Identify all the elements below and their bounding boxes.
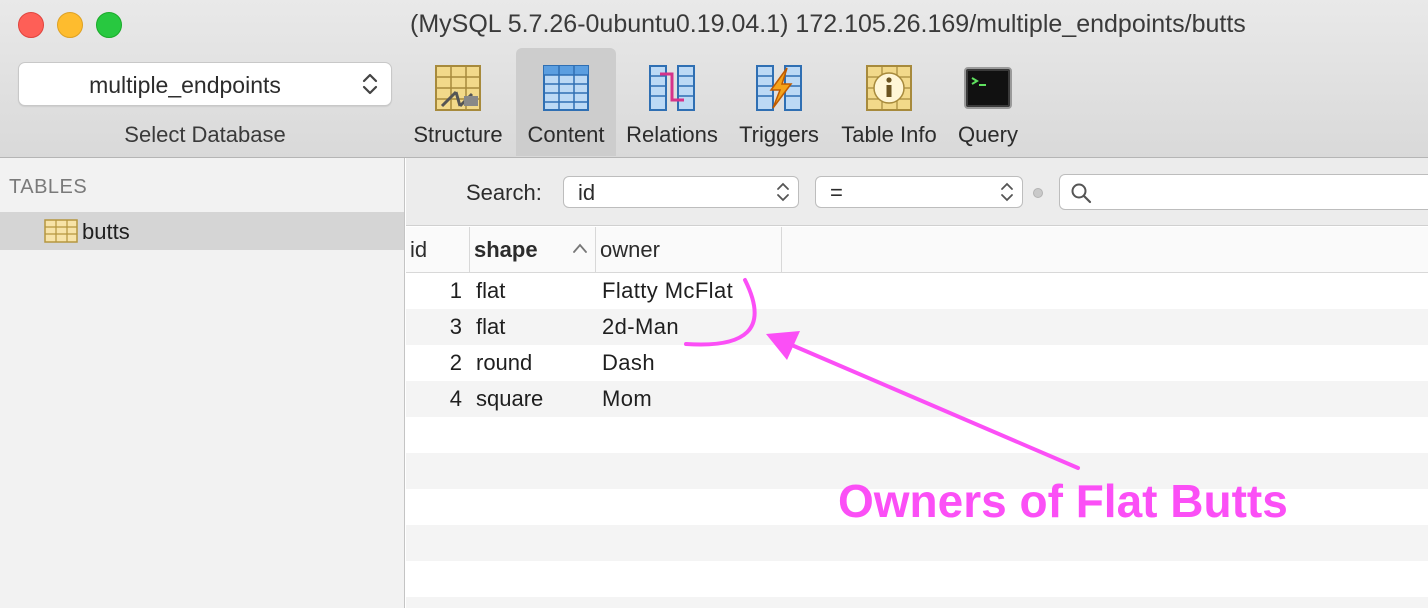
content-tab[interactable]: Content — [516, 48, 616, 156]
table-row[interactable]: 3 flat 2d-Man — [406, 309, 1428, 345]
cell-shape: flat — [476, 314, 506, 339]
cell-id: 4 — [449, 386, 462, 411]
cell-id: 2 — [449, 350, 462, 375]
minimize-window-button[interactable] — [57, 12, 83, 38]
empty-row — [406, 597, 1428, 608]
column-header-label: shape — [474, 237, 538, 262]
cell-id: 1 — [449, 278, 462, 303]
relations-tab-label: Relations — [626, 122, 718, 147]
content-table: id shape owner 1 flat Flatty McFlat 3 fl… — [406, 227, 1428, 608]
close-window-button[interactable] — [18, 12, 44, 38]
empty-row — [406, 561, 1428, 597]
table-row[interactable]: 1 flat Flatty McFlat — [406, 273, 1428, 309]
triggers-tab[interactable]: Triggers — [732, 48, 826, 156]
structure-tab-label: Structure — [413, 122, 503, 147]
database-select[interactable]: multiple_endpoints — [18, 62, 392, 106]
query-tab-label: Query — [958, 122, 1018, 147]
table-row[interactable]: 2 round Dash — [406, 345, 1428, 381]
chevron-updown-icon — [362, 73, 378, 95]
search-field-select[interactable]: id — [563, 176, 799, 208]
structure-icon — [435, 65, 481, 111]
window-title: (MySQL 5.7.26-0ubuntu0.19.04.1) 172.105.… — [410, 10, 1246, 38]
cell-shape: square — [476, 386, 544, 411]
table-info-tab-label: Table Info — [841, 122, 937, 147]
content-tab-label: Content — [527, 122, 605, 147]
sidebar-item-butts[interactable]: butts — [0, 212, 404, 250]
cell-owner: 2d-Man — [602, 314, 679, 339]
table-info-icon — [866, 65, 912, 111]
search-operator-select[interactable]: = — [815, 176, 1023, 208]
empty-row — [406, 525, 1428, 561]
search-field-value: id — [578, 180, 596, 205]
cell-owner: Mom — [602, 386, 653, 411]
column-header-label: owner — [600, 237, 660, 262]
search-value-field[interactable] — [1059, 174, 1428, 210]
table-icon — [44, 219, 78, 243]
sidebar-item-label: butts — [82, 219, 130, 244]
cell-shape: flat — [476, 278, 506, 303]
table-header: id shape owner — [406, 227, 1428, 273]
relations-tab[interactable]: Relations — [622, 48, 722, 156]
column-header-owner[interactable]: owner — [596, 227, 782, 273]
search-icon — [1071, 183, 1092, 204]
structure-tab[interactable]: Structure — [404, 48, 512, 156]
cell-owner: Flatty McFlat — [602, 278, 734, 303]
cell-shape: round — [476, 350, 533, 375]
column-header-id[interactable]: id — [406, 227, 470, 273]
triggers-icon — [756, 65, 802, 111]
window-toolbar: (MySQL 5.7.26-0ubuntu0.19.04.1) 172.105.… — [0, 0, 1428, 158]
search-value-input[interactable] — [1098, 179, 1418, 205]
tables-sidebar: TABLES butts — [0, 158, 405, 608]
sort-ascending-icon — [573, 243, 587, 253]
table-row[interactable]: 4 square Mom — [406, 381, 1428, 417]
empty-row — [406, 417, 1428, 453]
search-label: Search: — [466, 180, 542, 205]
triggers-tab-label: Triggers — [739, 122, 819, 147]
annotation-label: Owners of Flat Butts — [838, 475, 1288, 527]
chevron-updown-icon — [1001, 182, 1013, 202]
select-database-label: Select Database — [124, 122, 286, 147]
filter-indicator-dot — [1033, 188, 1043, 198]
search-bar: Search: id = — [406, 158, 1428, 226]
table-info-tab[interactable]: Table Info — [834, 48, 944, 156]
query-tab[interactable]: Query — [950, 48, 1026, 156]
cell-owner: Dash — [602, 350, 655, 375]
chevron-updown-icon — [777, 182, 789, 202]
column-header-label: id — [410, 237, 428, 262]
zoom-window-button[interactable] — [96, 12, 122, 38]
content-icon — [543, 65, 589, 111]
relations-icon — [649, 65, 695, 111]
search-operator-value: = — [830, 180, 843, 205]
query-icon — [964, 67, 1012, 109]
cell-id: 3 — [449, 314, 462, 339]
tables-heading: TABLES — [9, 176, 88, 198]
column-header-shape[interactable]: shape — [470, 227, 596, 273]
database-select-value: multiple_endpoints — [89, 72, 281, 98]
